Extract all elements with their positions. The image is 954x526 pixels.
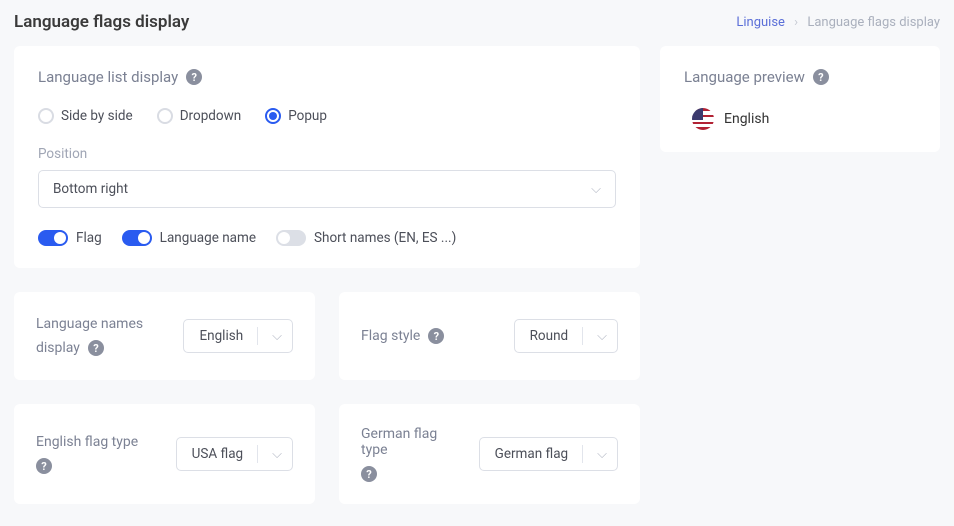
- select-divider: [582, 327, 583, 345]
- english-flag-label: English flag type: [36, 434, 162, 450]
- radio-label-dropdown: Dropdown: [180, 108, 242, 124]
- chevron-down-icon: ⌵: [272, 447, 282, 462]
- list-display-title-text: Language list display: [38, 68, 178, 86]
- flag-style-value: Round: [530, 328, 569, 344]
- select-divider: [257, 445, 258, 463]
- german-flag-type-card: German flag type ? German flag ⌵: [339, 404, 640, 504]
- toggle-flag-item: Flag: [38, 230, 102, 246]
- toggle-short-names[interactable]: [276, 230, 306, 246]
- radio-label-side-by-side: Side by side: [61, 108, 133, 124]
- toggle-language-name[interactable]: [122, 230, 152, 246]
- radio-circle-icon: [157, 108, 173, 124]
- flag-style-label: Flag style: [361, 328, 420, 344]
- flag-style-card: Flag style ? Round ⌵: [339, 292, 640, 380]
- select-divider: [582, 445, 583, 463]
- flag-style-select[interactable]: Round ⌵: [514, 319, 618, 353]
- english-flag-value: USA flag: [192, 446, 244, 462]
- radio-label-popup: Popup: [288, 108, 327, 124]
- radio-popup[interactable]: Popup: [265, 108, 327, 124]
- radio-side-by-side[interactable]: Side by side: [38, 108, 133, 124]
- help-icon[interactable]: ?: [36, 458, 52, 474]
- select-divider: [257, 327, 258, 345]
- german-flag-select[interactable]: German flag ⌵: [479, 437, 618, 471]
- chevron-down-icon: ⌵: [591, 182, 601, 197]
- german-flag-value: German flag: [495, 446, 569, 462]
- names-display-value: English: [199, 328, 243, 344]
- preview-title-row: Language preview ?: [684, 68, 829, 86]
- breadcrumb: Linguise › Language flags display: [736, 15, 940, 30]
- toggle-language-name-item: Language name: [122, 230, 256, 246]
- chevron-down-icon: ⌵: [597, 329, 607, 344]
- breadcrumb-current: Language flags display: [807, 15, 940, 30]
- help-icon[interactable]: ?: [361, 466, 377, 482]
- breadcrumb-separator: ›: [794, 15, 798, 30]
- toggle-short-names-item: Short names (EN, ES ...): [276, 230, 456, 246]
- position-label: Position: [38, 146, 616, 162]
- preview-title-text: Language preview: [684, 68, 805, 86]
- toggle-flag[interactable]: [38, 230, 68, 246]
- language-names-display-card: Language names display? English ⌵: [14, 292, 315, 380]
- chevron-down-icon: ⌵: [597, 447, 607, 462]
- help-icon[interactable]: ?: [186, 69, 202, 85]
- names-display-select[interactable]: English ⌵: [183, 319, 293, 353]
- page-title: Language flags display: [14, 12, 189, 32]
- breadcrumb-root-link[interactable]: Linguise: [736, 15, 785, 30]
- radio-circle-icon: [265, 108, 281, 124]
- preview-language-label: English: [724, 111, 769, 127]
- radio-circle-icon: [38, 108, 54, 124]
- position-value: Bottom right: [53, 181, 128, 197]
- toggle-language-name-label: Language name: [160, 230, 256, 246]
- card-title-list-display: Language list display ?: [38, 68, 202, 86]
- names-display-label-line1: Language names: [36, 316, 169, 332]
- help-icon[interactable]: ?: [813, 69, 829, 85]
- position-select[interactable]: Bottom right ⌵: [38, 170, 616, 208]
- chevron-down-icon: ⌵: [272, 329, 282, 344]
- language-list-display-card: Language list display ? Side by side Dro…: [14, 46, 640, 268]
- toggle-flag-label: Flag: [76, 230, 102, 246]
- help-icon[interactable]: ?: [88, 340, 104, 356]
- usa-flag-icon: [692, 108, 714, 130]
- preview-language-row: English: [692, 108, 916, 130]
- names-display-label-line2: display: [36, 340, 80, 356]
- help-icon[interactable]: ?: [428, 328, 444, 344]
- german-flag-label: German flag type: [361, 426, 465, 458]
- radio-dropdown[interactable]: Dropdown: [157, 108, 242, 124]
- english-flag-type-card: English flag type ? USA flag ⌵: [14, 404, 315, 504]
- toggle-short-names-label: Short names (EN, ES ...): [314, 230, 456, 246]
- english-flag-select[interactable]: USA flag ⌵: [176, 437, 293, 471]
- language-preview-card: Language preview ? English: [660, 46, 940, 152]
